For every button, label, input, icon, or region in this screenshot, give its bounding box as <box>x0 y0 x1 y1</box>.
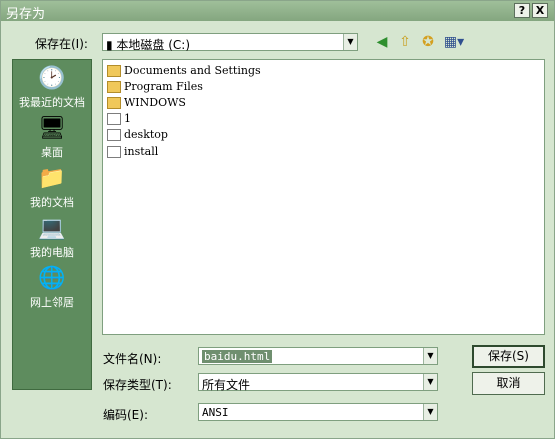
new-folder-icon[interactable]: ✪ <box>419 33 437 51</box>
file-type-dropdown[interactable]: 所有文件 ▼ <box>198 373 438 392</box>
title-bar: 另存为 ? X <box>1 1 554 22</box>
filename-label: 文件名(N): <box>103 352 162 366</box>
file-icon <box>107 129 121 141</box>
filename-field[interactable]: baidu.html ▼ <box>198 347 438 365</box>
place-my-computer[interactable]: 💻 我的电脑 <box>13 216 91 260</box>
view-menu-icon[interactable]: ▦▾ <box>442 33 466 51</box>
encoding-value: ANSI <box>202 406 229 419</box>
list-item[interactable]: Documents and Settings <box>107 63 261 79</box>
list-item[interactable]: 1 <box>107 111 131 127</box>
file-type-value: 所有文件 <box>202 378 251 392</box>
network-icon: 🌐 <box>38 266 66 291</box>
folder-icon <box>107 97 121 109</box>
chevron-down-icon[interactable]: ▼ <box>423 404 437 420</box>
location-value: ▮ 本地磁盘 (C:) <box>106 38 191 52</box>
window-title: 另存为 <box>6 7 46 22</box>
chevron-down-icon[interactable]: ▼ <box>343 34 357 50</box>
file-icon <box>107 113 121 125</box>
close-button[interactable]: X <box>532 3 548 18</box>
back-icon[interactable]: ◀ <box>373 33 391 51</box>
up-folder-icon[interactable]: ⇧ <box>396 33 414 51</box>
recent-documents-icon: 🕑 <box>38 66 66 91</box>
save-button[interactable]: 保存(S) <box>472 345 545 368</box>
list-item[interactable]: Program Files <box>107 79 203 95</box>
file-type-label: 保存类型(T): <box>103 378 172 392</box>
drive-icon: ▮ <box>106 38 117 52</box>
list-item[interactable]: desktop <box>107 127 168 143</box>
save-in-dropdown[interactable]: ▮ 本地磁盘 (C:) ▼ <box>102 33 358 52</box>
file-icon <box>107 146 121 158</box>
save-in-label: 保存在(I): <box>35 37 88 51</box>
folder-icon <box>107 65 121 77</box>
help-button[interactable]: ? <box>514 3 530 18</box>
place-network[interactable]: 🌐 网上邻居 <box>13 266 91 310</box>
places-bar: 🕑 我最近的文档 🖥 桌面 📁 我的文档 💻 我的电脑 🌐 网上邻居 <box>12 59 92 390</box>
chevron-down-icon[interactable]: ▼ <box>423 374 437 390</box>
list-item[interactable]: install <box>107 144 158 160</box>
encoding-label: 编码(E): <box>103 408 148 422</box>
file-list[interactable]: Documents and Settings Program Files WIN… <box>102 59 545 335</box>
place-desktop[interactable]: 🖥 桌面 <box>13 116 91 160</box>
list-item[interactable]: WINDOWS <box>107 95 186 111</box>
folder-icon <box>107 81 121 93</box>
save-as-dialog: 另存为 ? X 保存在(I): ▮ 本地磁盘 (C:) ▼ ◀ ⇧ ✪ ▦▾ 🕑… <box>0 0 555 439</box>
place-my-documents[interactable]: 📁 我的文档 <box>13 166 91 210</box>
cancel-button[interactable]: 取消 <box>472 372 545 395</box>
encoding-dropdown[interactable]: ANSI ▼ <box>198 403 438 421</box>
place-recent[interactable]: 🕑 我最近的文档 <box>13 66 91 110</box>
my-computer-icon: 💻 <box>38 216 66 241</box>
chevron-down-icon[interactable]: ▼ <box>423 348 437 364</box>
filename-value: baidu.html <box>202 350 273 363</box>
my-documents-icon: 📁 <box>38 166 66 191</box>
desktop-icon: 🖥 <box>38 116 66 141</box>
